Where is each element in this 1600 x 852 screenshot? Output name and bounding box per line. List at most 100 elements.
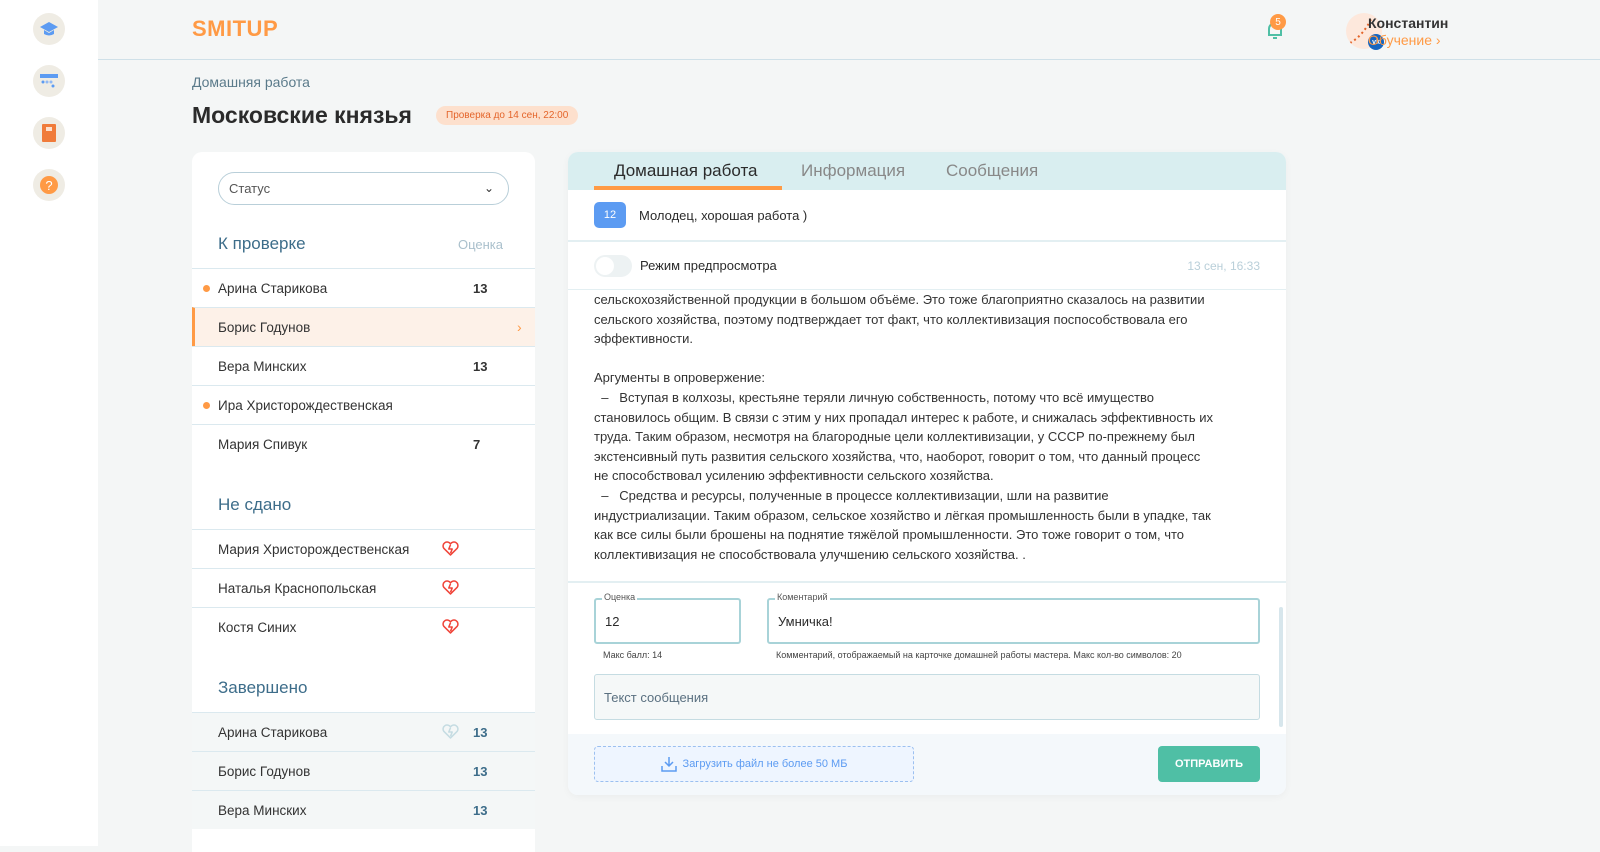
grade-comment: Молодец, хорошая работа ) [639,207,808,223]
student-row[interactable]: Арина Старикова 13 [192,712,535,751]
text-line: экстенсивный путь развития сельского хоз… [594,448,1201,464]
student-row[interactable]: Вера Минских 13 [192,790,535,829]
active-tab-indicator [594,186,782,190]
text-line: становилось общим. В связи с этим у них … [594,409,1213,425]
tab-messages[interactable]: Сообщения [946,161,1038,181]
student-name: Вера Минских [218,358,307,374]
book-icon[interactable] [33,117,65,149]
top-header: SMITUP 5 vk Константин Обучение › [98,0,1600,60]
student-score: 13 [473,802,488,818]
student-name: Вера Минских [218,802,307,818]
students-panel: Статус ⌄ К проверке Оценка Арина Стариков… [192,152,535,852]
student-row[interactable]: Костя Синих [192,607,535,646]
scrollbar[interactable] [1279,607,1283,727]
unread-dot [203,401,210,409]
score-field[interactable]: Оценка 12 [594,592,741,644]
svg-text:?: ? [45,178,52,193]
homework-panel: Домашная работа Информация Сообщения 12 … [568,152,1286,795]
text-line [594,349,1260,369]
section-title: К проверке [218,234,306,253]
status-select-label: Статус [229,181,271,196]
score-label: Оценка [602,592,638,602]
upload-button[interactable]: Загрузить файл не более 50 МБ [594,746,914,782]
score-value: 12 [605,614,620,629]
student-name: Борис Годунов [218,763,311,779]
grade-column-header: Оценка [457,237,503,252]
text-line: Аргументы в опровержение: [594,370,765,386]
text-line: не способствовал усилению эффективности … [594,468,994,484]
text-line: – Вступая в колхозы, крестьяне теряли ли… [594,389,1155,405]
broken-heart-icon [442,580,459,595]
broken-heart-icon [442,619,459,634]
breadcrumb[interactable]: Домашняя работа [192,74,310,90]
broken-heart-icon [442,724,459,739]
help-icon[interactable]: ? [33,169,65,201]
student-row[interactable]: Мария Спивук 7 [192,424,535,463]
student-score: 13 [473,763,488,779]
student-row[interactable]: Мария Христорождественская [192,529,535,568]
page-title: Московские князья [192,102,412,128]
student-name: Арина Старикова [218,280,328,296]
comment-value: Умничка! [778,614,833,629]
broken-heart-icon [442,541,459,556]
student-score: 13 [473,724,488,740]
tab-homework[interactable]: Домашная работа [614,161,758,181]
preview-row: Режим предпросмотра 13 сен, 16:33 [568,242,1286,290]
chevron-down-icon: ⌄ [483,181,494,195]
student-row[interactable]: Борис Годунов 13 [192,751,535,790]
message-input[interactable]: Текст сообщения [594,674,1260,720]
homework-text: сельскохозяйственной продукции в большом… [568,290,1286,583]
learning-link[interactable]: Обучение › [1368,32,1441,48]
send-button[interactable]: ОТПРАВИТЬ [1158,746,1260,782]
tab-bar: Домашная работа Информация Сообщения [568,152,1286,190]
student-name: Арина Старикова [218,724,328,740]
text-line: сельскохозяйственной продукции в большом… [594,292,1205,307]
tab-info[interactable]: Информация [801,161,905,181]
comment-field[interactable]: Коментарий Умничка! [767,592,1260,644]
upload-label: Загрузить файл не более 50 МБ [682,758,848,770]
text-line: индустриализации. Таким образом, сельско… [594,507,1211,523]
text-line: коллективизация не способствовала улучше… [594,546,1026,562]
calendar-icon[interactable] [33,65,65,97]
comment-label: Коментарий [775,592,830,602]
logo[interactable]: SMITUP [192,16,278,42]
student-row[interactable]: Вера Минских 13 [192,346,535,385]
chevron-right-icon: › [517,319,522,335]
student-score: 7 [473,436,481,452]
graduation-cap-icon[interactable] [33,13,65,45]
download-icon [660,757,677,772]
text-line: эффективности. [594,331,693,347]
student-name: Ира Христорождественская [218,397,393,413]
student-row[interactable]: Наталья Краснопольская [192,568,535,607]
grade-badge: 12 [594,202,626,228]
text-line: сельского хозяйства, поэтому подтверждае… [594,311,1188,327]
section-title: Не сдано [218,495,292,514]
status-select[interactable]: Статус ⌄ [218,172,509,205]
footer-actions: Загрузить файл не более 50 МБ ОТПРАВИТЬ [568,734,1286,795]
notification-badge: 5 [1270,14,1286,30]
student-name: Наталья Краснопольская [218,580,377,596]
text-line: как все силы были брошены на поднятие тя… [594,527,1185,543]
student-score: 13 [473,358,488,374]
student-name: Костя Синих [218,619,297,635]
student-name: Мария Спивук [218,436,308,452]
student-row[interactable]: Ира Христорождественская [192,385,535,424]
student-name: Борис Годунов [218,319,311,335]
score-hint: Макс балл: 14 [603,650,663,660]
student-score: 13 [473,280,488,296]
timestamp: 13 сен, 16:33 [1187,258,1260,273]
student-name: Мария Христорождественская [218,541,410,557]
unread-dot [203,284,210,292]
user-name: Константин [1368,15,1449,31]
text-line: – Средства и ресурсы, полученные в проце… [594,487,1109,503]
student-row[interactable]: Борис Годунов › [192,307,535,346]
grade-row: 12 Молодец, хорошая работа ) [568,190,1286,242]
section-title: Завершено [218,678,308,697]
text-line: труда. Таким образом, несмотря на благор… [594,429,1195,445]
sidebar-rail: ? [0,0,98,846]
preview-toggle[interactable] [594,254,632,277]
student-row[interactable]: Арина Старикова 13 [192,268,535,307]
comment-hint: Комментарий, отображаемый на карточке до… [776,650,1182,660]
preview-label: Режим предпросмотра [640,258,777,273]
deadline-badge: Проверка до 14 сен, 22:00 [436,106,579,125]
